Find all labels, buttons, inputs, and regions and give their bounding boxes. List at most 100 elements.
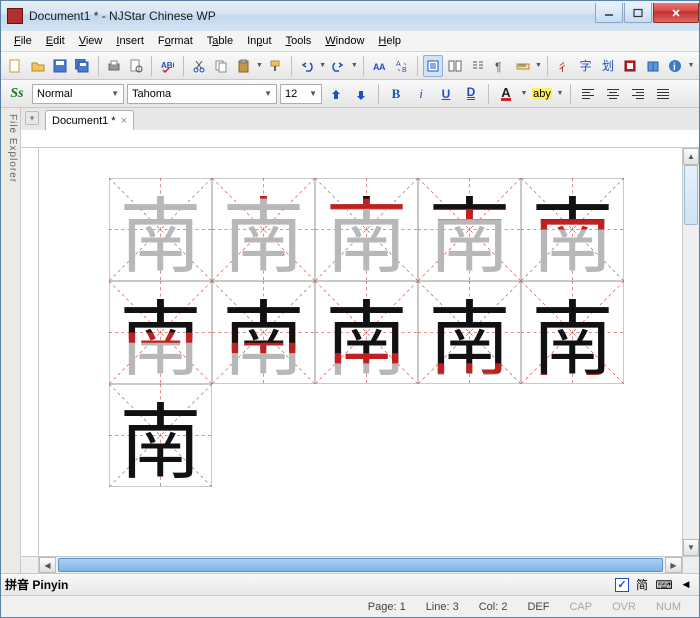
find-icon[interactable]: AA [369, 55, 389, 77]
new-icon[interactable] [5, 55, 25, 77]
radical-lookup-icon[interactable]: 彳 [553, 55, 573, 77]
paste-dropdown[interactable]: ▼ [256, 55, 263, 77]
standard-toolbar: ABC ▼ ▼ ▼ AA AB ¶ ▼ 彳 字 划 i ▼ [1, 52, 699, 80]
stroke-cell-11: 南 [109, 384, 212, 487]
print-icon[interactable] [104, 55, 124, 77]
font-combo[interactable]: Tahoma▼ [127, 84, 277, 104]
open-icon[interactable] [27, 55, 47, 77]
ime-expand-icon[interactable]: ◀ [677, 576, 695, 594]
align-justify-icon[interactable] [652, 83, 674, 105]
ruler-icon[interactable] [512, 55, 532, 77]
underline-button[interactable]: U [435, 83, 457, 105]
undo-dropdown[interactable]: ▼ [319, 55, 326, 77]
stroke-cell-1: 南南 [109, 178, 212, 281]
ruler-dropdown[interactable]: ▼ [535, 55, 542, 77]
format-painter-icon[interactable] [265, 55, 285, 77]
menu-format[interactable]: Format [151, 33, 200, 49]
info-dropdown[interactable]: ▼ [687, 55, 694, 77]
menu-window[interactable]: Window [318, 33, 371, 49]
format-toolbar: Ss Normal▼ Tahoma▼ 12▼ B i U D A ▼ aby ▼ [1, 80, 699, 108]
save-all-icon[interactable] [72, 55, 92, 77]
show-paragraph-icon[interactable]: ¶ [490, 55, 510, 77]
svg-text:A: A [396, 61, 401, 68]
spellcheck-icon[interactable]: ABC [157, 55, 177, 77]
menu-insert[interactable]: Insert [109, 33, 151, 49]
ime-simplified-button[interactable]: 简 [633, 576, 651, 594]
font-color-dropdown[interactable]: ▼ [520, 83, 528, 105]
menu-input[interactable]: Input [240, 33, 279, 49]
bold-button[interactable]: B [385, 83, 407, 105]
close-button[interactable] [653, 3, 699, 23]
info-icon[interactable]: i [665, 55, 685, 77]
styles-icon: Ss [5, 84, 29, 104]
vertical-ruler[interactable] [21, 148, 39, 556]
vertical-scrollbar[interactable]: ▲ ▼ [682, 148, 699, 556]
redo-dropdown[interactable]: ▼ [351, 55, 358, 77]
char-zi-icon[interactable]: 字 [575, 55, 595, 77]
undo-icon[interactable] [297, 55, 317, 77]
grow-font-icon[interactable] [325, 83, 347, 105]
menu-view[interactable]: View [72, 33, 110, 49]
menu-file[interactable]: File [7, 33, 39, 49]
view-layout-icon[interactable] [445, 55, 465, 77]
replace-icon[interactable]: AB [391, 55, 411, 77]
stroke-cell-9: 南南南 [418, 281, 521, 384]
stroke-cell-7: 南南南 [212, 281, 315, 384]
tab-list-icon[interactable]: ▾ [25, 111, 39, 125]
minimize-button[interactable] [595, 3, 623, 23]
cut-icon[interactable] [189, 55, 209, 77]
vscroll-thumb[interactable] [684, 165, 698, 225]
scroll-down-icon[interactable]: ▼ [683, 539, 699, 556]
menu-help[interactable]: Help [371, 33, 408, 49]
save-icon[interactable] [50, 55, 70, 77]
print-preview-icon[interactable] [126, 55, 146, 77]
shrink-font-icon[interactable] [350, 83, 372, 105]
ime-label-en: Pinyin [32, 578, 68, 592]
copy-icon[interactable] [211, 55, 231, 77]
stroke-hua-icon[interactable]: 划 [598, 55, 618, 77]
status-line: Line: 3 [416, 601, 469, 613]
maximize-button[interactable] [624, 3, 652, 23]
paste-icon[interactable] [233, 55, 253, 77]
align-center-icon[interactable] [602, 83, 624, 105]
ime-label-cn: 拼音 [5, 576, 29, 593]
italic-button[interactable]: i [410, 83, 432, 105]
tab-close-icon[interactable]: × [121, 115, 127, 127]
scroll-left-icon[interactable]: ◀ [39, 557, 56, 573]
highlight-dropdown[interactable]: ▼ [556, 83, 564, 105]
window-title: Document1 * - NJStar Chinese WP [29, 9, 594, 23]
horizontal-scrollbar[interactable]: ◀ ▶ [39, 556, 682, 573]
font-color-button[interactable]: A [495, 83, 517, 105]
dictionary-icon[interactable] [620, 55, 640, 77]
menu-edit[interactable]: Edit [39, 33, 72, 49]
books-icon[interactable] [643, 55, 663, 77]
size-combo[interactable]: 12▼ [280, 84, 322, 104]
align-right-icon[interactable] [627, 83, 649, 105]
ime-keyboard-icon[interactable]: ⌨ [655, 576, 673, 594]
align-left-icon[interactable] [577, 83, 599, 105]
file-explorer-panel[interactable]: File Explorer [1, 108, 21, 573]
status-num: NUM [646, 601, 691, 613]
menu-table[interactable]: Table [200, 33, 240, 49]
horizontal-ruler[interactable] [21, 130, 699, 148]
scroll-up-icon[interactable]: ▲ [683, 148, 699, 165]
view-columns-icon[interactable] [468, 55, 488, 77]
tab-document1[interactable]: Document1 * × [45, 110, 134, 130]
view-normal-icon[interactable] [423, 55, 443, 77]
stroke-order-grid: 南南 南南南 南南南 南南南 南南南 南南南 南南南 [109, 178, 624, 487]
style-combo[interactable]: Normal▼ [32, 84, 124, 104]
status-ovr: OVR [602, 601, 646, 613]
scroll-right-icon[interactable]: ▶ [665, 557, 682, 573]
highlight-button[interactable]: aby [531, 83, 553, 105]
stroke-cell-8: 南南南 [315, 281, 418, 384]
status-cap: CAP [559, 601, 602, 613]
hscroll-thumb[interactable] [58, 558, 663, 572]
document-canvas[interactable]: 南南 南南南 南南南 南南南 南南南 南南南 南南南 [39, 148, 682, 556]
redo-icon[interactable] [328, 55, 348, 77]
stroke-cell-3: 南南南 [315, 178, 418, 281]
svg-text:A: A [379, 62, 386, 72]
app-icon [7, 8, 23, 24]
ime-checkbox[interactable]: ✓ [615, 578, 629, 592]
double-underline-button[interactable]: D [460, 83, 482, 105]
menu-tools[interactable]: Tools [279, 33, 319, 49]
